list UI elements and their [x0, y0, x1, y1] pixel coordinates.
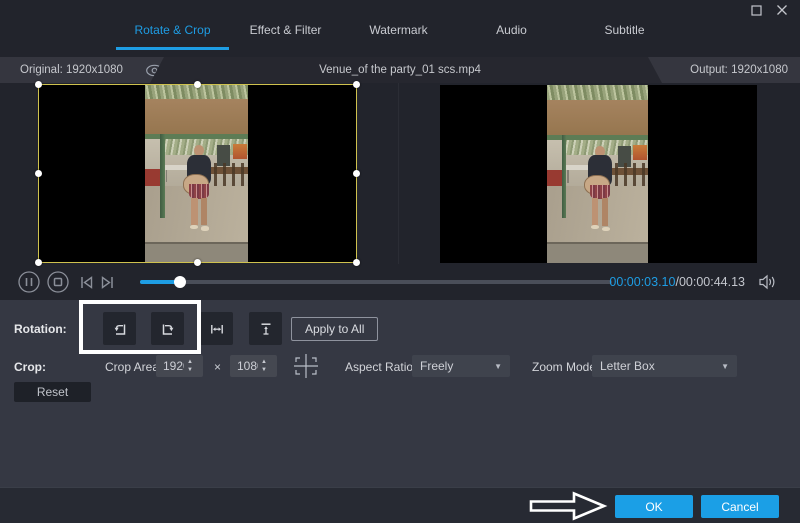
playback-bar: 00:00:03.10/00:00:44.13 — [0, 264, 800, 300]
flip-vertical-button[interactable] — [249, 312, 282, 345]
stop-button[interactable] — [46, 270, 70, 294]
rotate-left-icon — [112, 321, 128, 337]
speaker-icon — [757, 274, 777, 290]
aspect-ratio-label: Aspect Ratio: — [345, 360, 416, 374]
timecode: 00:00:03.10/00:00:44.13 — [609, 264, 745, 300]
rotate-crop-dialog: Rotate & Crop Effect & Filter Watermark … — [0, 0, 800, 523]
crop-handle-top-middle[interactable] — [194, 81, 201, 88]
tab-rotate-crop[interactable]: Rotate & Crop — [116, 14, 229, 50]
scene-footr — [602, 227, 610, 232]
previous-frame-icon — [78, 275, 95, 290]
tab-bar: Rotate & Crop Effect & Filter Watermark … — [116, 14, 681, 50]
crop-width-input[interactable] — [156, 359, 184, 373]
tab-audio[interactable]: Audio — [455, 14, 568, 50]
aspect-ratio-value: Freely — [420, 359, 453, 373]
reset-button[interactable]: Reset — [14, 382, 91, 402]
pause-button[interactable] — [17, 270, 41, 294]
maximize-button[interactable] — [748, 3, 764, 17]
scene-legl — [592, 198, 598, 226]
video-filename: Venue_of the party_01 scs.mp4 — [200, 57, 600, 83]
crop-times-sign: × — [214, 360, 221, 374]
output-preview — [440, 85, 757, 263]
scene-skirt — [590, 185, 610, 199]
scene-wall — [547, 100, 648, 135]
rotate-right-icon — [160, 321, 176, 337]
volume-button[interactable] — [757, 274, 777, 290]
crop-handle-top-left[interactable] — [35, 81, 42, 88]
edit-controls-panel: Rotation: — [0, 300, 800, 487]
output-resolution-label: Output: 1920x1080 — [690, 64, 788, 76]
current-time: 00:00:03.10 — [609, 275, 675, 289]
next-frame-button[interactable] — [99, 275, 116, 290]
crop-handle-middle-right[interactable] — [353, 170, 360, 177]
scene-curb — [547, 242, 648, 263]
crop-label: Crop: — [14, 360, 46, 374]
rotate-right-button[interactable] — [151, 312, 184, 345]
original-resolution-label: Original: 1920x1080 — [20, 64, 123, 76]
total-time: 00:00:44.13 — [679, 275, 745, 289]
eye-icon[interactable] — [145, 64, 164, 77]
footer-bar: OK Cancel — [0, 487, 800, 523]
stop-icon — [46, 270, 70, 294]
original-preview — [38, 84, 357, 263]
scene-legr — [602, 198, 608, 226]
zoom-mode-dropdown[interactable]: Letter Box ▼ — [592, 355, 737, 377]
crop-handle-middle-left[interactable] — [35, 170, 42, 177]
crop-area-label: Crop Area: — [105, 360, 162, 374]
crop-height-input[interactable] — [230, 359, 258, 373]
rotate-left-button[interactable] — [103, 312, 136, 345]
next-frame-icon — [99, 275, 116, 290]
aspect-ratio-dropdown[interactable]: Freely ▼ — [412, 355, 510, 377]
info-bar: Venue_of the party_01 scs.mp4 Original: … — [0, 57, 800, 83]
scene-tleg1 — [567, 170, 569, 182]
annotation-arrow-icon — [528, 490, 608, 522]
previous-frame-button[interactable] — [78, 275, 95, 290]
maximize-icon — [752, 6, 761, 15]
flip-horizontal-icon — [209, 321, 225, 337]
seek-slider-handle[interactable] — [174, 276, 186, 288]
crop-handle-top-right[interactable] — [353, 81, 360, 88]
scene-canopy — [547, 85, 648, 100]
zoom-mode-value: Letter Box — [600, 359, 655, 373]
rotation-label: Rotation: — [14, 322, 67, 336]
apply-to-all-button[interactable]: Apply to All — [291, 317, 378, 341]
output-video-content — [547, 85, 648, 263]
scene-post — [562, 135, 567, 219]
crop-height-increment[interactable]: ▲ — [259, 358, 269, 366]
tab-watermark[interactable]: Watermark — [342, 14, 455, 50]
crop-position-button[interactable] — [291, 353, 321, 379]
pause-icon — [17, 270, 41, 294]
cancel-button[interactable]: Cancel — [701, 495, 779, 518]
original-resolution-tab: Original: 1920x1080 — [0, 57, 164, 83]
crop-width-spinbox: ▲ ▼ — [156, 355, 203, 377]
tab-subtitle[interactable]: Subtitle — [568, 14, 681, 50]
crop-height-decrement[interactable]: ▼ — [259, 366, 269, 374]
seek-slider-fill — [140, 280, 180, 284]
ok-button[interactable]: OK — [615, 495, 693, 518]
crop-selection-box[interactable] — [38, 84, 357, 263]
preview-divider — [398, 83, 399, 264]
flip-vertical-icon — [258, 321, 274, 337]
seek-slider[interactable] — [140, 280, 612, 284]
crop-width-decrement[interactable]: ▼ — [185, 366, 195, 374]
scene-sign — [633, 145, 647, 160]
output-resolution-tab: Output: 1920x1080 — [648, 57, 800, 83]
chevron-down-icon: ▼ — [494, 362, 502, 371]
preview-area — [0, 83, 800, 264]
close-icon — [776, 4, 788, 16]
flip-horizontal-button[interactable] — [200, 312, 233, 345]
chevron-down-icon: ▼ — [721, 362, 729, 371]
crop-position-crosshair-icon — [291, 353, 321, 379]
tab-effect-filter[interactable]: Effect & Filter — [229, 14, 342, 50]
crop-height-spinbox: ▲ ▼ — [230, 355, 277, 377]
scene-redcloth — [547, 170, 562, 188]
crop-width-increment[interactable]: ▲ — [185, 358, 195, 366]
close-button[interactable] — [774, 3, 790, 17]
zoom-mode-label: Zoom Mode: — [532, 360, 599, 374]
